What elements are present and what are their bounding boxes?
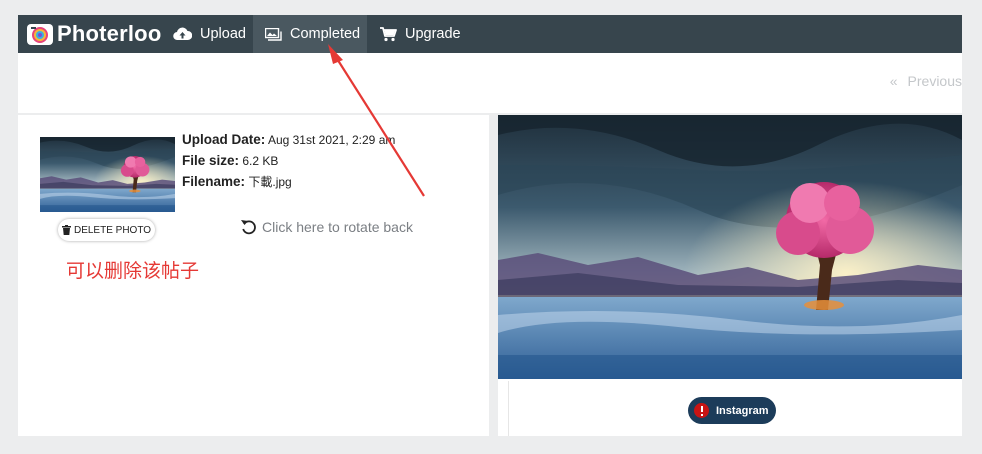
instagram-button[interactable]: Instagram: [688, 397, 776, 424]
filename-label: Filename:: [182, 174, 246, 189]
alert-icon: [694, 403, 709, 418]
upload-date-label: Upload Date:: [182, 132, 266, 147]
previous-label: Previous: [907, 73, 962, 89]
cloud-upload-icon: [173, 27, 192, 41]
filename-row: Filename: 下載.jpg: [182, 173, 395, 194]
preview-image: [498, 115, 962, 379]
previous-page-link[interactable]: « Previous: [890, 73, 962, 89]
photos-icon: [265, 27, 282, 41]
logo[interactable]: Photerloo: [26, 20, 161, 48]
filename-value: 下載.jpg: [248, 175, 292, 189]
camera-logo-icon: [27, 24, 53, 45]
delete-photo-button[interactable]: DELETE PHOTO: [58, 219, 155, 241]
nav-upgrade[interactable]: Upgrade: [380, 15, 461, 53]
nav-completed[interactable]: Completed: [253, 15, 367, 53]
nav-upload-label: Upload: [200, 26, 246, 42]
photo-thumbnail[interactable]: [40, 137, 175, 212]
divider: [508, 381, 509, 436]
file-size-label: File size:: [182, 153, 240, 168]
trash-icon: [61, 225, 71, 235]
rotate-back-label: Click here to rotate back: [262, 219, 413, 235]
file-size-value: 6.2 KB: [242, 154, 279, 168]
annotation-note: 可以删除该帖子: [66, 260, 200, 282]
cart-icon: [380, 26, 397, 41]
nav-upgrade-label: Upgrade: [405, 26, 461, 42]
pagination-bar: « Previous: [18, 53, 962, 113]
top-navbar: Photerloo Upload Completed Upgrade: [18, 15, 962, 53]
nav-completed-label: Completed: [290, 26, 361, 42]
upload-date-row: Upload Date: Aug 31st 2021, 2:29 am: [182, 131, 395, 152]
delete-photo-label: DELETE PHOTO: [73, 224, 152, 236]
rotate-back-link[interactable]: Click here to rotate back: [240, 218, 413, 236]
nav-upload[interactable]: Upload: [173, 15, 246, 53]
photo-preview-card: Instagram: [498, 115, 962, 436]
file-size-row: File size: 6.2 KB: [182, 152, 395, 173]
thumbnail-image: [40, 137, 175, 212]
photo-metadata: Upload Date: Aug 31st 2021, 2:29 am File…: [182, 131, 395, 194]
photo-details-card: Upload Date: Aug 31st 2021, 2:29 am File…: [18, 115, 489, 436]
double-chevron-left-icon: «: [889, 73, 898, 89]
instagram-label: Instagram: [716, 404, 769, 417]
upload-date-value: Aug 31st 2021, 2:29 am: [267, 133, 396, 147]
rotate-ccw-icon: [241, 220, 256, 235]
photo-preview[interactable]: [498, 115, 962, 379]
logo-text: Photerloo: [57, 21, 162, 46]
